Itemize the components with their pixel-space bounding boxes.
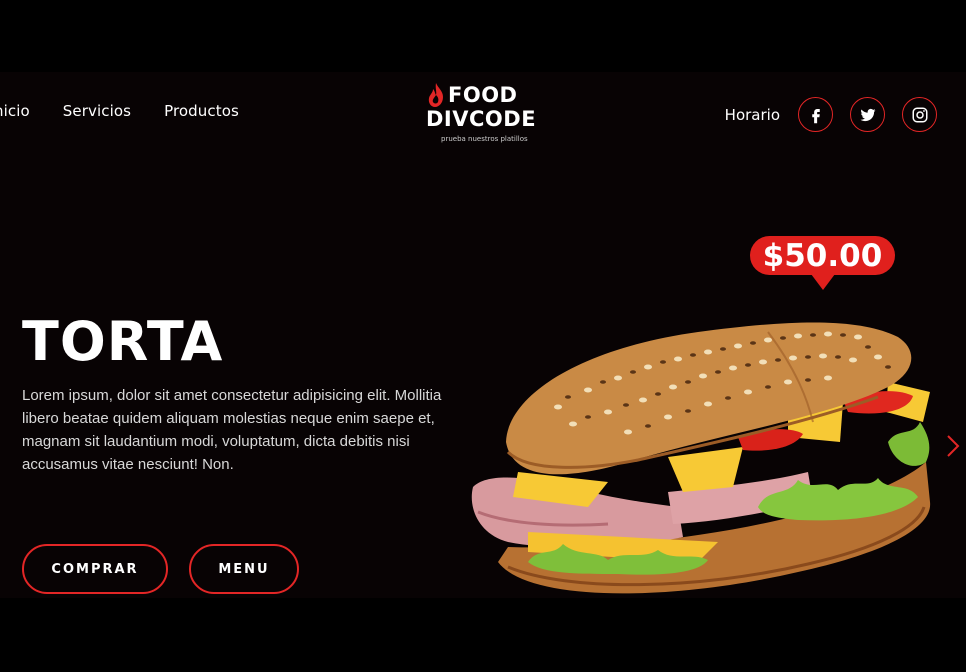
nav-link-horario[interactable]: Horario — [725, 106, 780, 124]
twitter-button[interactable] — [850, 97, 885, 132]
product-description: Lorem ipsum, dolor sit amet consectetur … — [22, 387, 442, 473]
brand-logo[interactable]: FOOD DIVCODE prueba nuestros platillos — [426, 82, 546, 143]
flame-icon — [428, 83, 443, 107]
sandwich-image — [471, 322, 931, 594]
chevron-right-icon[interactable] — [946, 434, 960, 458]
product-title: TORTA — [22, 310, 224, 373]
logo-line-2: DIVCODE — [426, 107, 537, 131]
price-badge-pointer — [811, 274, 835, 290]
buy-button[interactable]: COMPRAR — [22, 544, 168, 594]
menu-button[interactable]: MENU — [189, 544, 299, 594]
nav-link-servicios[interactable]: Servicios — [63, 102, 131, 120]
hero-stage: nicio Servicios Productos FOOD DIVCODE p… — [0, 72, 966, 598]
logo-line-1: FOOD — [448, 82, 518, 107]
nav-right: Horario — [725, 97, 937, 132]
price-badge: $50.00 — [750, 236, 895, 275]
facebook-button[interactable] — [798, 97, 833, 132]
facebook-icon — [811, 108, 820, 123]
instagram-icon — [912, 107, 927, 122]
nav-link-productos[interactable]: Productos — [164, 102, 239, 120]
nav-link-inicio[interactable]: nicio — [0, 102, 30, 120]
instagram-button[interactable] — [902, 97, 937, 132]
main-nav: nicio Servicios Productos — [0, 102, 239, 120]
logo-tagline: prueba nuestros platillos — [441, 135, 528, 143]
twitter-icon — [860, 108, 876, 121]
